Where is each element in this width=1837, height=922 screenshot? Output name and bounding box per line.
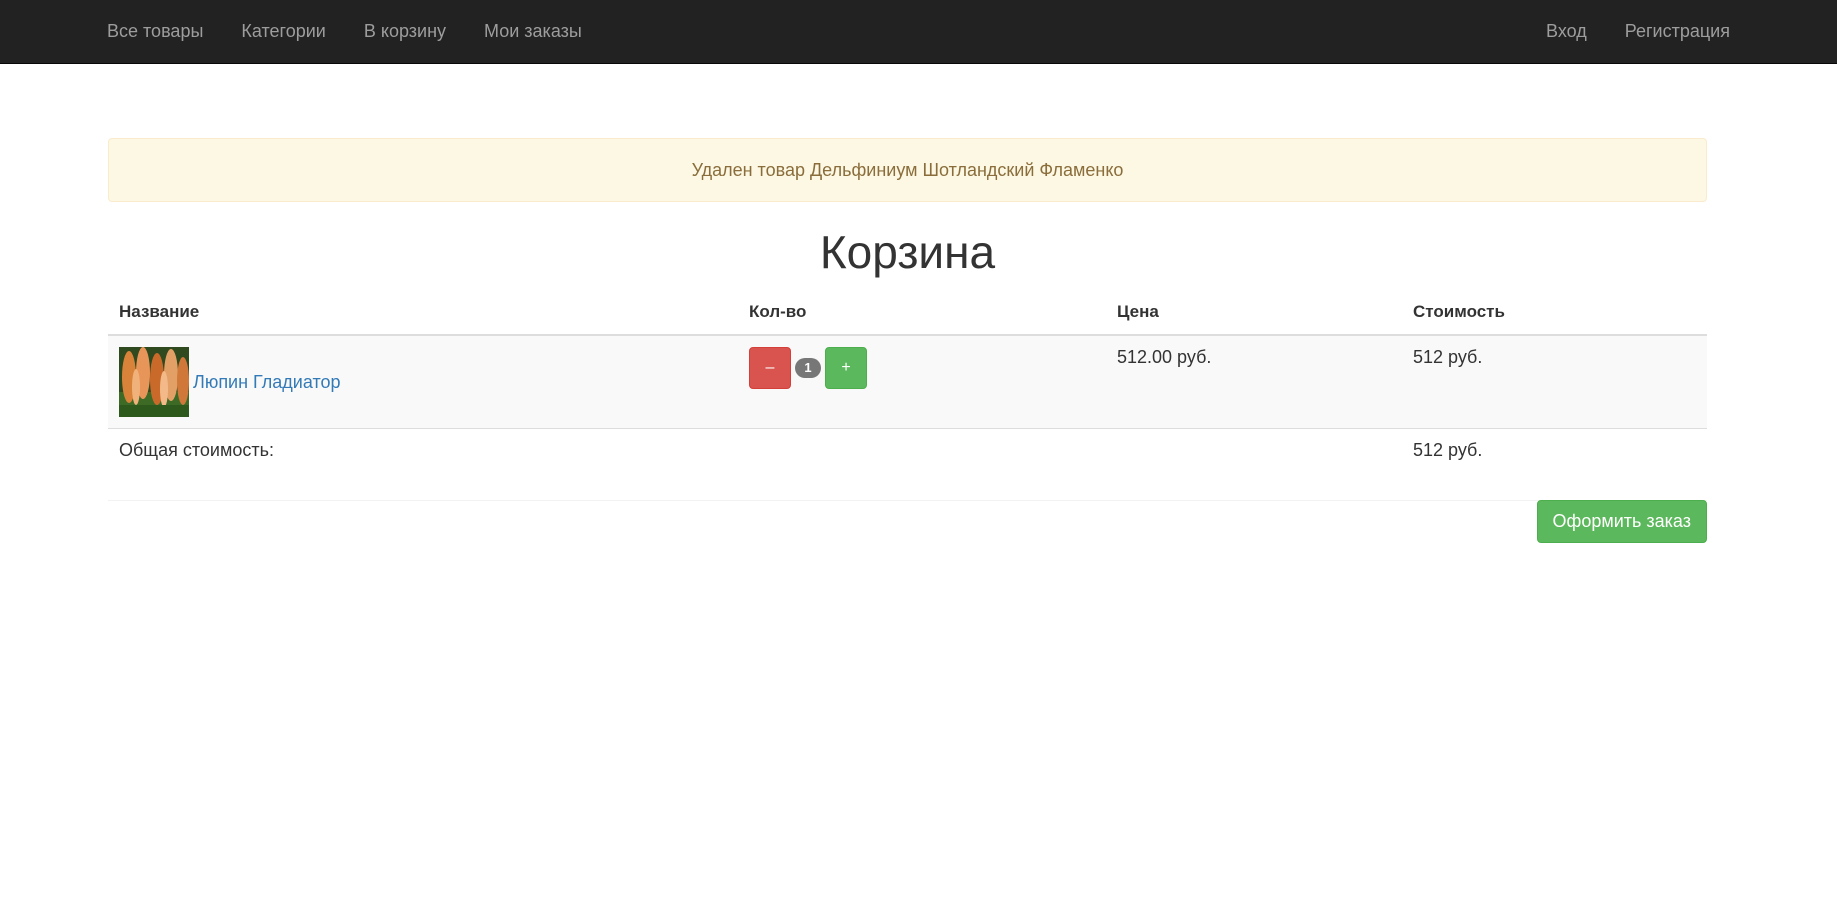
minus-icon: – bbox=[765, 359, 775, 376]
total-row: Общая стоимость: 512 руб. bbox=[108, 428, 1707, 501]
alert-warning: Удален товар Дельфиниум Шотландский Флам… bbox=[108, 138, 1707, 202]
product-price-cell: 512.00 руб. bbox=[1106, 334, 1402, 429]
alert-text: Удален товар Дельфиниум Шотландский Флам… bbox=[691, 159, 1124, 180]
nav-login[interactable]: Вход bbox=[1527, 0, 1606, 63]
order-button-wrapper: Оформить заказ bbox=[108, 500, 1707, 543]
total-value: 512 руб. bbox=[1402, 428, 1707, 501]
decrease-qty-button[interactable]: – bbox=[749, 347, 791, 389]
nav-register[interactable]: Регистрация bbox=[1606, 0, 1749, 63]
qty-badge: 1 bbox=[795, 358, 821, 378]
product-link[interactable]: Люпин Гладиатор bbox=[193, 372, 341, 393]
total-label: Общая стоимость: bbox=[108, 428, 738, 501]
nav-categories[interactable]: Категории bbox=[222, 0, 344, 63]
empty-cell bbox=[1106, 428, 1402, 501]
page-title: Корзина bbox=[819, 226, 996, 278]
main-container: Удален товар Дельфиниум Шотландский Флам… bbox=[108, 138, 1707, 543]
product-qty-cell: – 1 + bbox=[738, 334, 1106, 429]
plus-icon: + bbox=[841, 359, 851, 376]
header-cost: Стоимость bbox=[1402, 290, 1707, 336]
table-row: Люпин Гладиатор – 1 + 512.00 руб. 512 ру… bbox=[108, 334, 1707, 429]
checkout-button[interactable]: Оформить заказ bbox=[1536, 500, 1707, 543]
product-cost-cell: 512 руб. bbox=[1402, 334, 1707, 429]
nav-cart[interactable]: В корзину bbox=[345, 0, 465, 63]
header-price: Цена bbox=[1106, 290, 1402, 336]
empty-cell bbox=[738, 428, 1106, 501]
navbar-left-menu: Все товары Категории В корзину Мои заказ… bbox=[88, 0, 601, 63]
product-name-cell: Люпин Гладиатор bbox=[108, 334, 738, 429]
navbar-right-menu: Вход Регистрация bbox=[1527, 0, 1749, 63]
nav-all-products[interactable]: Все товары bbox=[88, 0, 222, 63]
top-navbar: Все товары Категории В корзину Мои заказ… bbox=[0, 0, 1837, 64]
product-thumbnail[interactable] bbox=[119, 347, 189, 417]
table-header-row: Название Кол-во Цена Стоимость bbox=[108, 290, 1707, 336]
header-name: Название bbox=[108, 290, 738, 336]
increase-qty-button[interactable]: + bbox=[825, 347, 867, 389]
nav-my-orders[interactable]: Мои заказы bbox=[465, 0, 601, 63]
cart-table: Название Кол-во Цена Стоимость Люпин Гла… bbox=[108, 290, 1707, 501]
header-qty: Кол-во bbox=[738, 290, 1106, 336]
